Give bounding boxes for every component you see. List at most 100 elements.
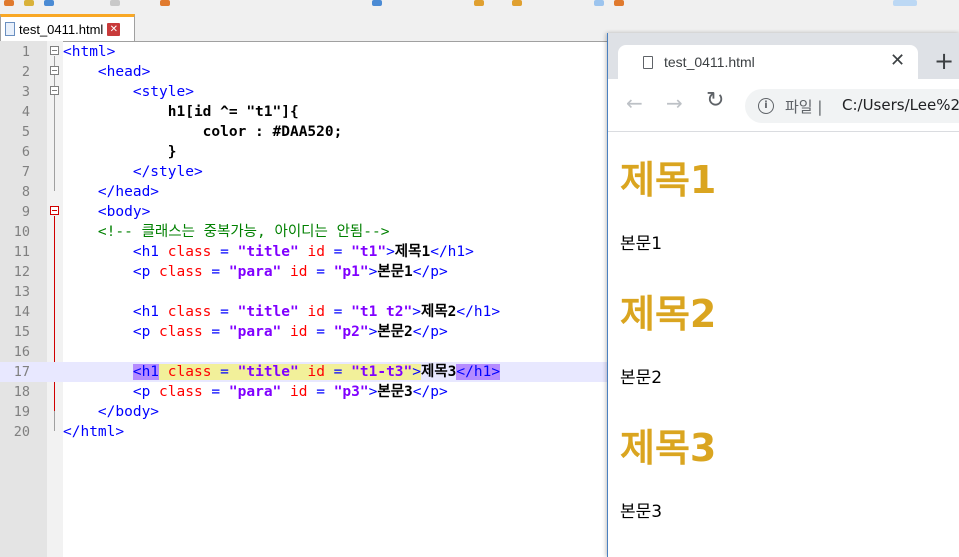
code-token: class [150, 384, 203, 400]
code-token: color : #DAA520; [63, 124, 343, 140]
toolbar-icon[interactable] [4, 0, 14, 6]
forward-icon[interactable]: → [666, 93, 683, 113]
new-tab-icon[interactable]: + [934, 49, 954, 73]
toolbar-icon[interactable] [614, 0, 624, 6]
code-token: class [167, 364, 212, 380]
code-token: > [412, 304, 421, 320]
code-token: > [386, 244, 395, 260]
line-number: 19 [13, 404, 30, 420]
toolbar-icon[interactable] [474, 0, 484, 6]
code-token: </p> [412, 384, 448, 400]
code-token: id [298, 244, 325, 260]
code-text: <h1 class = "title" id = "t1-t3">제목3</h1… [63, 362, 501, 382]
code-token: </style> [63, 164, 203, 180]
fold-toggle-icon[interactable] [50, 46, 59, 55]
code-text: <p class = "para" id = "p3">본문3</p> [63, 382, 448, 402]
code-token: id [281, 324, 308, 340]
code-token: id [307, 364, 325, 380]
toolbar-icon[interactable] [512, 0, 522, 6]
code-token: 본문2 [377, 324, 413, 340]
browser-toolbar: ← → ↻ i 파일 | C:/Users/Lee%2 [608, 79, 959, 132]
code-token: 본문1 [377, 264, 413, 280]
line-number: 4 [21, 104, 30, 120]
line-number: 11 [13, 244, 30, 260]
code-token: "para" [228, 264, 282, 280]
code-token: class = "title" id = "t1-t3" [159, 364, 413, 380]
code-token: "title" [237, 364, 299, 380]
line-number: 1 [21, 44, 30, 60]
editor-tab-test-0411[interactable]: test_0411.html ✕ [0, 14, 135, 41]
code-token: "t1-t3" [351, 364, 413, 380]
browser-tab-strip: test_0411.html ✕ + [608, 33, 959, 79]
code-token: </p> [412, 324, 448, 340]
line-number: 5 [21, 124, 30, 140]
page-heading-2: 제목2 [620, 292, 717, 336]
line-number: 18 [13, 384, 30, 400]
code-token: <!-- 클래스는 중복가능, 아이디는 안됨--> [63, 224, 390, 240]
toolbar-icon[interactable] [44, 0, 54, 6]
code-token: class [159, 244, 212, 260]
code-token: "p1" [333, 264, 369, 280]
fold-toggle-icon[interactable] [50, 86, 59, 95]
code-token: = [202, 384, 229, 400]
address-url[interactable]: C:/Users/Lee%2 [842, 96, 959, 114]
line-number: 16 [13, 344, 30, 360]
toolbar-icon[interactable] [893, 0, 917, 6]
back-icon[interactable]: ← [626, 93, 643, 113]
fold-toggle-icon[interactable] [50, 66, 59, 75]
code-token: <html> [63, 44, 116, 60]
code-token: = [211, 244, 238, 260]
file-icon [5, 22, 15, 36]
page-heading-1: 제목1 [620, 158, 717, 202]
code-text: <head> [63, 62, 150, 82]
address-bar[interactable]: i 파일 | C:/Users/Lee%2 [745, 89, 959, 123]
close-icon[interactable]: ✕ [107, 22, 121, 36]
code-token: h1[id ^= "t1"]{ [63, 104, 299, 120]
browser-tab[interactable]: test_0411.html ✕ [618, 45, 918, 79]
line-number: 9 [21, 204, 30, 220]
line-number: 20 [13, 424, 30, 440]
toolbar-icon[interactable] [24, 0, 34, 6]
code-text: <p class = "para" id = "p1">본문1</p> [63, 262, 448, 282]
code-token: class [159, 304, 212, 320]
document-icon [643, 56, 653, 69]
code-token: <body> [63, 204, 151, 220]
fold-toggle-icon[interactable] [50, 206, 59, 215]
line-number: 2 [21, 64, 30, 80]
code-token: = [211, 364, 238, 380]
toolbar-icon[interactable] [110, 0, 120, 6]
code-token: "title" [237, 304, 299, 320]
code-token: </html> [63, 424, 125, 440]
code-token: = [324, 364, 352, 380]
code-token: "para" [228, 384, 282, 400]
info-icon[interactable]: i [758, 98, 774, 114]
page-heading-3: 제목3 [620, 426, 717, 470]
code-token: id [281, 384, 308, 400]
code-token: = [202, 264, 229, 280]
code-token: <h1 [132, 364, 160, 380]
toolbar-icon[interactable] [160, 0, 170, 6]
code-text: <html> [63, 42, 115, 62]
code-token: </h1> [456, 364, 501, 380]
code-token: = [307, 264, 334, 280]
code-token: 제목3 [421, 364, 457, 380]
code-token: <p [63, 264, 151, 280]
line-number: 13 [13, 284, 30, 300]
close-icon[interactable]: ✕ [890, 50, 905, 71]
code-text: <!-- 클래스는 중복가능, 아이디는 안됨--> [63, 222, 390, 242]
code-token: = [202, 324, 229, 340]
code-token: "para" [228, 324, 282, 340]
code-token: 제목1 [394, 244, 431, 260]
reload-icon[interactable]: ↻ [706, 90, 724, 112]
line-number: 17 [13, 364, 30, 380]
code-token: </h1> [456, 304, 501, 320]
editor-tab-label: test_0411.html [19, 21, 104, 37]
code-text: <p class = "para" id = "p2">본문2</p> [63, 322, 448, 342]
page-viewport: 제목1 본문1 제목2 본문2 제목3 본문3 [608, 131, 959, 557]
toolbar-icon[interactable] [372, 0, 382, 6]
code-token: "t1" [351, 244, 387, 260]
code-text: </head> [63, 182, 159, 202]
toolbar-icon[interactable] [594, 0, 604, 6]
